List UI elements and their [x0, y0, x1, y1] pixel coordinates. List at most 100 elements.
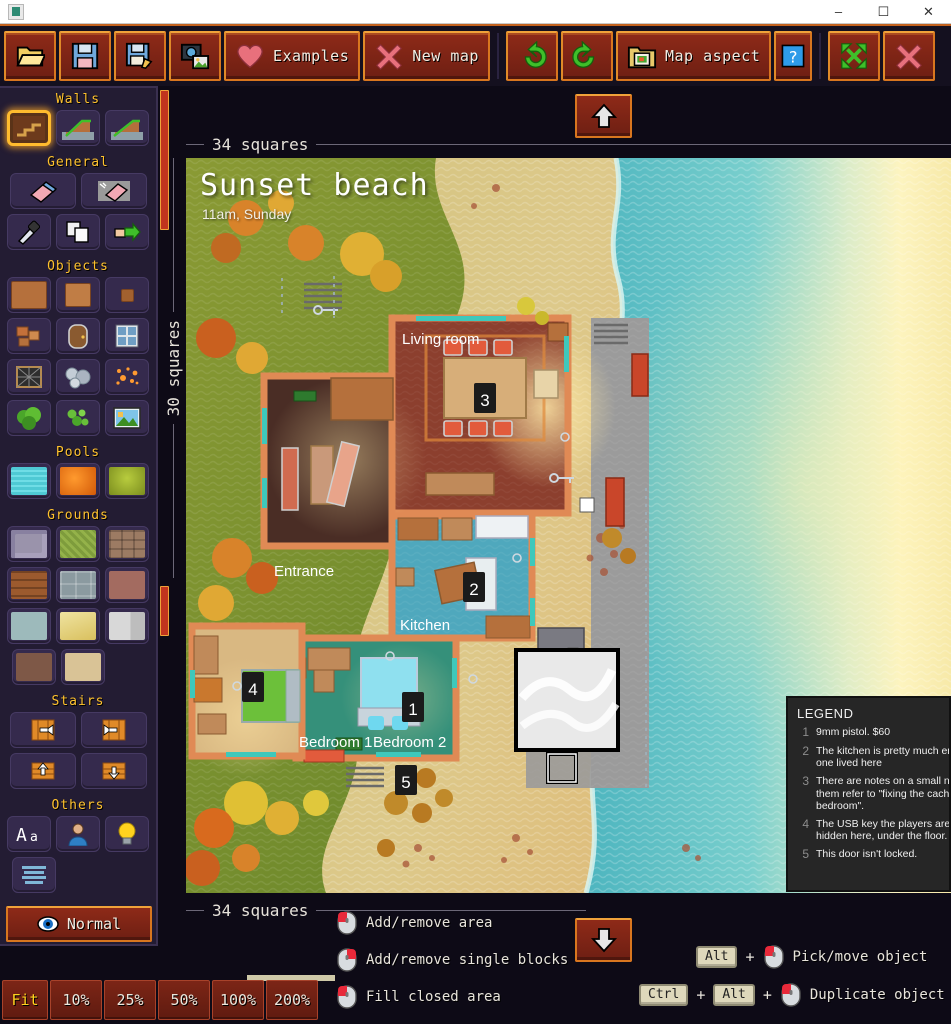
fullscreen-button[interactable]: [828, 31, 881, 81]
palette-section-others-title: Others: [51, 798, 105, 813]
water-pool-icon: [11, 467, 47, 495]
tool-ground-plain[interactable]: [61, 649, 105, 685]
render-mode-button[interactable]: Normal: [6, 906, 152, 942]
tool-ground-grass[interactable]: [56, 526, 100, 562]
tool-character-token[interactable]: [56, 816, 100, 852]
palette-section-grounds-title: Grounds: [47, 508, 109, 523]
zoom-200-button[interactable]: 200%: [266, 980, 318, 1020]
tool-ground-dirt[interactable]: [12, 649, 56, 685]
tool-move[interactable]: [105, 214, 149, 250]
tool-ground-wood[interactable]: [7, 567, 51, 603]
help-add-remove-area-label: Add/remove area: [366, 915, 493, 931]
map-width-label-bottom: 34 squares: [212, 900, 309, 920]
close-button[interactable]: ✕: [906, 0, 951, 24]
palette-section-pools-title: Pools: [55, 445, 101, 460]
tool-ground-brick-tan[interactable]: [105, 526, 149, 562]
concrete-icon: [109, 612, 145, 640]
door-icon: [68, 324, 88, 349]
lava-pool-icon: [60, 467, 96, 495]
key-ctrl: Ctrl: [639, 984, 689, 1006]
map-marker-1: 1: [408, 700, 417, 719]
tool-copy[interactable]: [56, 214, 100, 250]
plain-tan-icon: [65, 653, 101, 681]
tool-object-fence[interactable]: [7, 359, 51, 395]
tool-object-sparks[interactable]: [105, 359, 149, 395]
wood-block-icon: [120, 288, 134, 302]
tool-ground-stone-block[interactable]: [56, 567, 100, 603]
zoom-25-button[interactable]: 25%: [104, 980, 156, 1020]
tool-wall-slope-down[interactable]: [105, 110, 149, 146]
tool-stairs-right[interactable]: [80, 712, 147, 748]
tool-stairs-up[interactable]: [9, 753, 76, 789]
map-aspect-label: Map aspect: [664, 47, 761, 65]
tool-ground-clay[interactable]: [105, 567, 149, 603]
pan-up-button[interactable]: [575, 94, 632, 138]
tool-eraser-area[interactable]: [80, 173, 147, 209]
tool-object-box-small[interactable]: [105, 277, 149, 313]
palette-row-grounds-2: [0, 567, 156, 608]
tool-color-picker[interactable]: [7, 214, 51, 250]
tool-object-bush[interactable]: [56, 400, 100, 436]
examples-button[interactable]: Examples: [224, 31, 361, 81]
tool-ground-cobble[interactable]: [7, 526, 51, 562]
tool-wall-slope-up[interactable]: [56, 110, 100, 146]
new-map-button[interactable]: New map: [363, 31, 490, 81]
undo-button[interactable]: [505, 31, 558, 81]
tool-stairs-left[interactable]: [9, 712, 76, 748]
save-as-button[interactable]: [114, 31, 166, 81]
open-file-button[interactable]: [4, 31, 56, 81]
undo-arrow-icon: [524, 41, 547, 68]
zoom-10-button[interactable]: 10%: [50, 980, 102, 1020]
palette-row-objects-3: [0, 359, 156, 400]
tool-pool-water[interactable]: [7, 463, 51, 499]
tool-ground-sand[interactable]: [56, 608, 100, 644]
help-pick-move: Alt + Pick/move object: [696, 945, 927, 969]
stairs-right-icon: [102, 719, 125, 741]
tool-object-door[interactable]: [56, 318, 100, 354]
save-file-button[interactable]: [59, 31, 111, 81]
quit-button[interactable]: [883, 31, 936, 81]
tool-pool-lava[interactable]: [56, 463, 100, 499]
zoom-fit-button[interactable]: Fit: [2, 980, 48, 1020]
tool-object-rubble[interactable]: [7, 318, 51, 354]
tool-object-tree[interactable]: [7, 400, 51, 436]
plus-sign: +: [696, 986, 706, 1004]
minimize-button[interactable]: –: [816, 0, 861, 24]
map-aspect-button[interactable]: Map aspect: [615, 31, 772, 81]
redo-button[interactable]: [560, 31, 613, 81]
mouse-left-click-icon: [337, 911, 357, 935]
main-toolbar: Examples New map Map aspect ?: [0, 24, 951, 86]
palette-section-general-title: General: [47, 155, 109, 170]
zoom-100-button[interactable]: 100%: [212, 980, 264, 1020]
legend-row-4: 4 The USB key the players are loo hidden…: [797, 817, 949, 843]
brick-tan-icon: [109, 530, 145, 558]
tool-object-rocks[interactable]: [56, 359, 100, 395]
tool-wall-straight[interactable]: [7, 110, 51, 146]
legend-row-1: 1 9mm pistol. $60: [797, 725, 940, 740]
help-add-remove-area: Add/remove area: [336, 911, 492, 935]
room-label-living-room: Living room: [402, 331, 480, 348]
palette-scrollbar-thumb-bottom[interactable]: [160, 586, 169, 636]
zoom-50-button[interactable]: 50%: [158, 980, 210, 1020]
tool-pool-acid[interactable]: [105, 463, 149, 499]
tool-object-box-large[interactable]: [7, 277, 51, 313]
tool-light-source[interactable]: [105, 816, 149, 852]
tool-object-window[interactable]: [105, 318, 149, 354]
stone-block-icon: [60, 571, 96, 599]
tool-object-picture[interactable]: [105, 400, 149, 436]
wall-step-icon: [13, 116, 45, 140]
stairs-down-icon: [102, 762, 125, 780]
hand-move-icon: [114, 222, 141, 242]
export-image-button[interactable]: [169, 31, 221, 81]
tool-ground-tile-blue[interactable]: [7, 608, 51, 644]
tool-palette: Walls General Objects Pools Grounds Stai…: [0, 86, 158, 946]
tool-object-box-medium[interactable]: [56, 277, 100, 313]
tool-ground-concrete[interactable]: [105, 608, 149, 644]
help-button[interactable]: ?: [774, 31, 813, 81]
tool-eraser[interactable]: [9, 173, 76, 209]
tool-legend[interactable]: [12, 857, 56, 893]
tool-text[interactable]: A a: [7, 816, 51, 852]
maximize-button[interactable]: ☐: [861, 0, 906, 24]
tool-stairs-down[interactable]: [80, 753, 147, 789]
ruler-vdash-top: [172, 158, 174, 312]
